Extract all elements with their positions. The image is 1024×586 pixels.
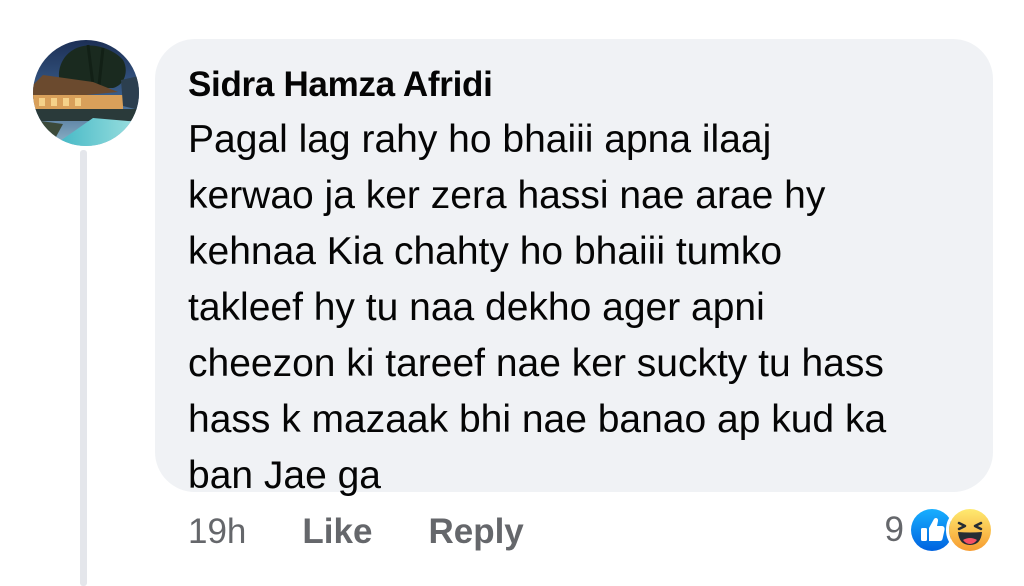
reaction-count: 9 xyxy=(884,510,904,549)
haha-icon xyxy=(946,506,994,554)
thread-line xyxy=(80,150,87,586)
reaction-icons xyxy=(908,506,994,554)
comment-timestamp[interactable]: 19h xyxy=(188,512,246,552)
comment-bubble: Sidra Hamza Afridi Pagal lag rahy ho bha… xyxy=(155,39,993,497)
like-button[interactable]: Like xyxy=(302,512,372,552)
reply-button[interactable]: Reply xyxy=(428,512,523,552)
comment-actions: 19h Like Reply xyxy=(188,510,524,554)
reactions-summary[interactable]: 9 xyxy=(884,506,994,554)
avatar[interactable] xyxy=(33,40,139,146)
comment-text: Pagal lag rahy ho bhaiii apna ilaaj kerw… xyxy=(188,118,887,497)
avatar-photo xyxy=(33,40,139,146)
comment-author[interactable]: Sidra Hamza Afridi xyxy=(188,65,963,105)
